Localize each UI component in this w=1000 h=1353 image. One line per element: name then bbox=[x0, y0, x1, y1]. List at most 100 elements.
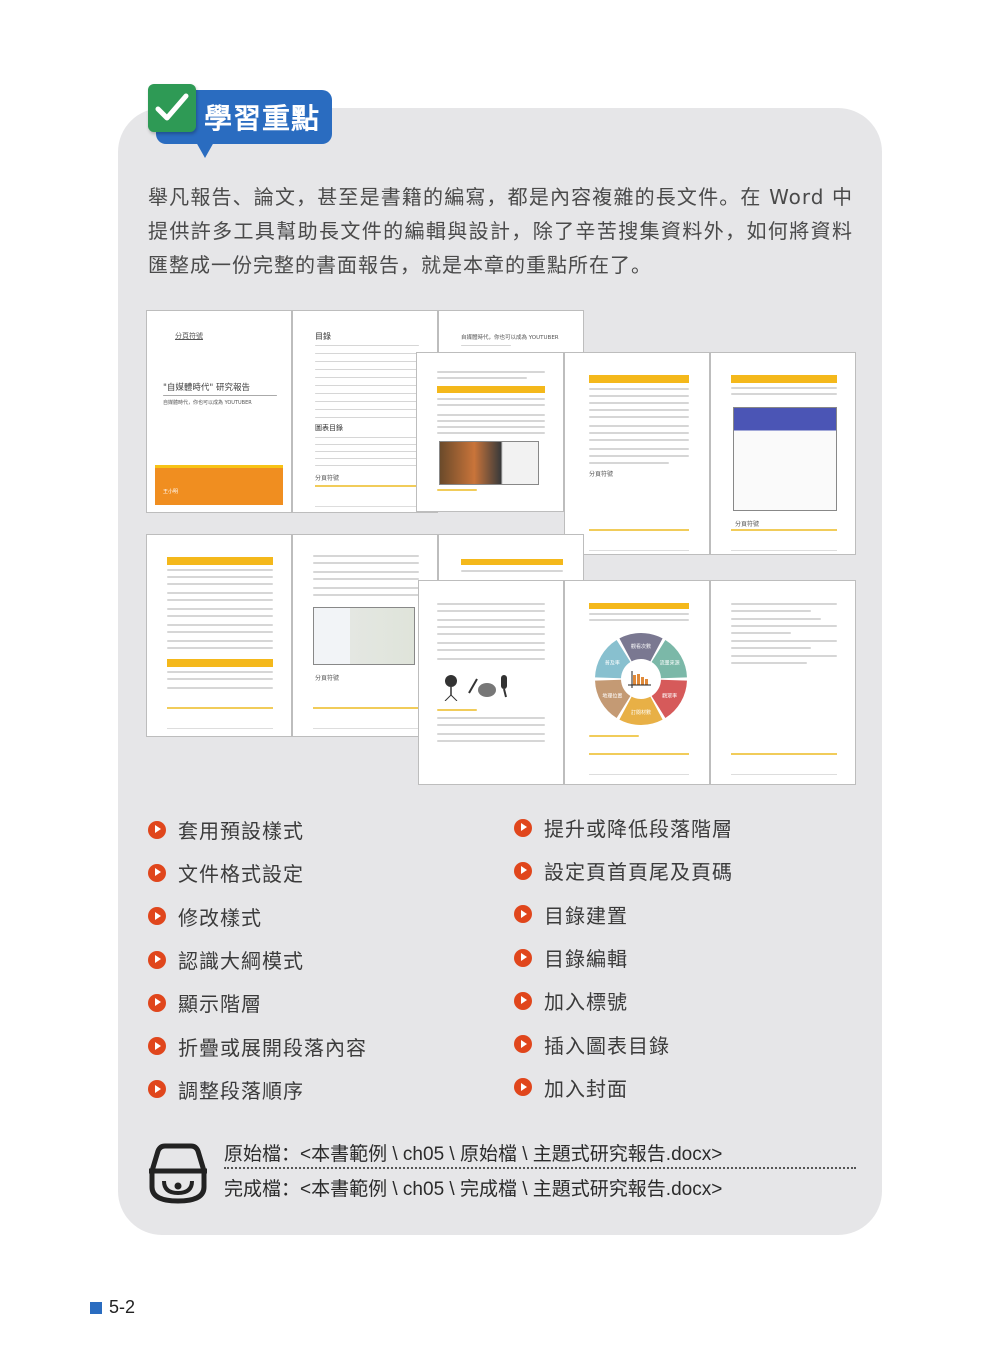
toc-line bbox=[315, 465, 419, 466]
text-line bbox=[589, 448, 689, 450]
toc-line bbox=[315, 451, 419, 452]
text-line bbox=[313, 555, 419, 557]
toc-line bbox=[315, 393, 419, 394]
wheel-segment-label: 訂閱材數 bbox=[631, 709, 651, 716]
topic-label: 提升或降低段落階層 bbox=[544, 817, 733, 842]
text-line bbox=[167, 599, 273, 601]
topic-item: 折疊或展開段落內容 bbox=[148, 1024, 367, 1067]
text-line bbox=[437, 610, 545, 612]
yellow-heading-bar bbox=[167, 659, 273, 667]
thumb-page-right-b: 分頁符號 bbox=[710, 352, 856, 555]
caption-line bbox=[437, 709, 477, 711]
text-line bbox=[167, 592, 273, 594]
toc-line bbox=[315, 345, 419, 346]
topic-item: 套用預設樣式 bbox=[148, 808, 367, 851]
topic-label: 折疊或展開段落內容 bbox=[178, 1035, 367, 1060]
thumb-page-row2-f bbox=[710, 580, 856, 785]
topic-item: 目錄建置 bbox=[514, 893, 733, 936]
topic-label: 加入封面 bbox=[544, 1076, 628, 1101]
dotted-divider bbox=[224, 1167, 856, 1169]
yellow-heading-bar bbox=[461, 559, 563, 565]
thumb-page-right-a: 分頁符號 bbox=[564, 352, 710, 555]
thumb-youtube-page bbox=[416, 352, 564, 512]
play-bullet-icon bbox=[514, 905, 532, 924]
page-break-label: 分頁符號 bbox=[589, 471, 614, 478]
toc-line bbox=[315, 409, 419, 410]
page-number-marker bbox=[90, 1301, 102, 1314]
page-footer bbox=[589, 529, 689, 551]
text-line bbox=[437, 371, 545, 373]
cover-subtitle: 自媒體時代，你也可以成為 YOUTUBER bbox=[163, 400, 252, 406]
yellow-heading-bar bbox=[589, 603, 689, 609]
toc-line bbox=[315, 361, 419, 362]
text-line bbox=[313, 587, 419, 589]
topic-label: 顯示階層 bbox=[178, 992, 262, 1017]
topic-item: 修改樣式 bbox=[148, 895, 367, 938]
text-line bbox=[731, 603, 837, 605]
text-line bbox=[167, 615, 273, 617]
badge-title: 學習重點 bbox=[204, 102, 321, 135]
thumb-page-row2-b: 分頁符號 bbox=[292, 534, 438, 737]
text-line bbox=[731, 647, 811, 649]
toc-line bbox=[315, 417, 419, 418]
text-line bbox=[731, 640, 837, 642]
topic-item: 顯示階層 bbox=[148, 981, 367, 1024]
text-line bbox=[167, 671, 273, 673]
topic-item: 文件格式設定 bbox=[148, 851, 367, 894]
text-line bbox=[437, 740, 545, 742]
text-line bbox=[437, 717, 545, 719]
text-line bbox=[167, 647, 273, 649]
text-line bbox=[437, 724, 545, 726]
learning-points-badge: 學習重點 bbox=[148, 84, 332, 158]
topic-item: 插入圖表目錄 bbox=[514, 1022, 733, 1065]
topic-item: 加入封面 bbox=[514, 1066, 733, 1109]
text-line bbox=[731, 632, 791, 634]
yellow-heading-bar bbox=[167, 557, 273, 565]
text-line bbox=[437, 398, 545, 400]
topic-label: 調整段落順序 bbox=[178, 1078, 304, 1103]
play-bullet-icon bbox=[148, 907, 166, 926]
thumb-microphone-page bbox=[418, 580, 564, 785]
play-bullet-icon bbox=[514, 948, 532, 967]
play-bullet-icon bbox=[514, 1035, 532, 1054]
yellow-heading-bar bbox=[437, 386, 545, 393]
page-footer bbox=[313, 707, 419, 729]
yellow-heading-bar bbox=[731, 375, 837, 383]
text-line bbox=[589, 425, 689, 427]
wheel-segment-label: 地理位置 bbox=[602, 693, 622, 700]
topic-item: 認識大綱模式 bbox=[148, 938, 367, 981]
text-line bbox=[731, 662, 807, 664]
thumb-cover-page: 分頁符號 "自媒體時代" 研究報告 自媒體時代，你也可以成為 YOUTUBER … bbox=[146, 310, 292, 513]
thumb-page-row2-c bbox=[438, 534, 584, 584]
wheel-segment-label: 流量來源 bbox=[660, 660, 680, 667]
text-line bbox=[589, 619, 689, 621]
text-line bbox=[313, 571, 419, 573]
page-footer bbox=[589, 753, 689, 775]
finished-file-path: 完成檔：<本書範例 \ ch05 \ 完成檔 \ 主題式研究報告.docx> bbox=[224, 1179, 723, 1200]
play-bullet-icon bbox=[514, 1078, 532, 1097]
chapter-heading: 自媒體時代，你也可以成為 YOUTUBER bbox=[461, 335, 559, 341]
text-line bbox=[437, 733, 545, 735]
wheel-segment-label: 觀看次數 bbox=[631, 643, 651, 650]
text-line bbox=[461, 570, 563, 572]
page-number-text: 5-2 bbox=[109, 1297, 136, 1317]
play-bullet-icon bbox=[514, 818, 532, 837]
topic-label: 套用預設樣式 bbox=[178, 819, 304, 844]
cover-author: 王小明 bbox=[163, 489, 179, 495]
text-line bbox=[437, 642, 545, 644]
topic-label: 文件格式設定 bbox=[178, 862, 304, 887]
disc-drive-icon bbox=[146, 1141, 210, 1205]
toc-line bbox=[315, 458, 419, 459]
microphone-image bbox=[441, 673, 521, 702]
page-break-label: 分頁符號 bbox=[315, 675, 340, 682]
play-bullet-icon bbox=[148, 820, 166, 839]
text-line bbox=[731, 387, 837, 389]
text-line bbox=[437, 377, 527, 379]
text-line bbox=[589, 395, 689, 397]
play-bullet-icon bbox=[514, 861, 532, 880]
text-line bbox=[589, 416, 689, 418]
text-line bbox=[437, 603, 545, 605]
wheel-center-bar bbox=[633, 675, 636, 685]
toc-section-break: 分頁符號 bbox=[315, 475, 340, 482]
caption-line bbox=[437, 489, 477, 491]
